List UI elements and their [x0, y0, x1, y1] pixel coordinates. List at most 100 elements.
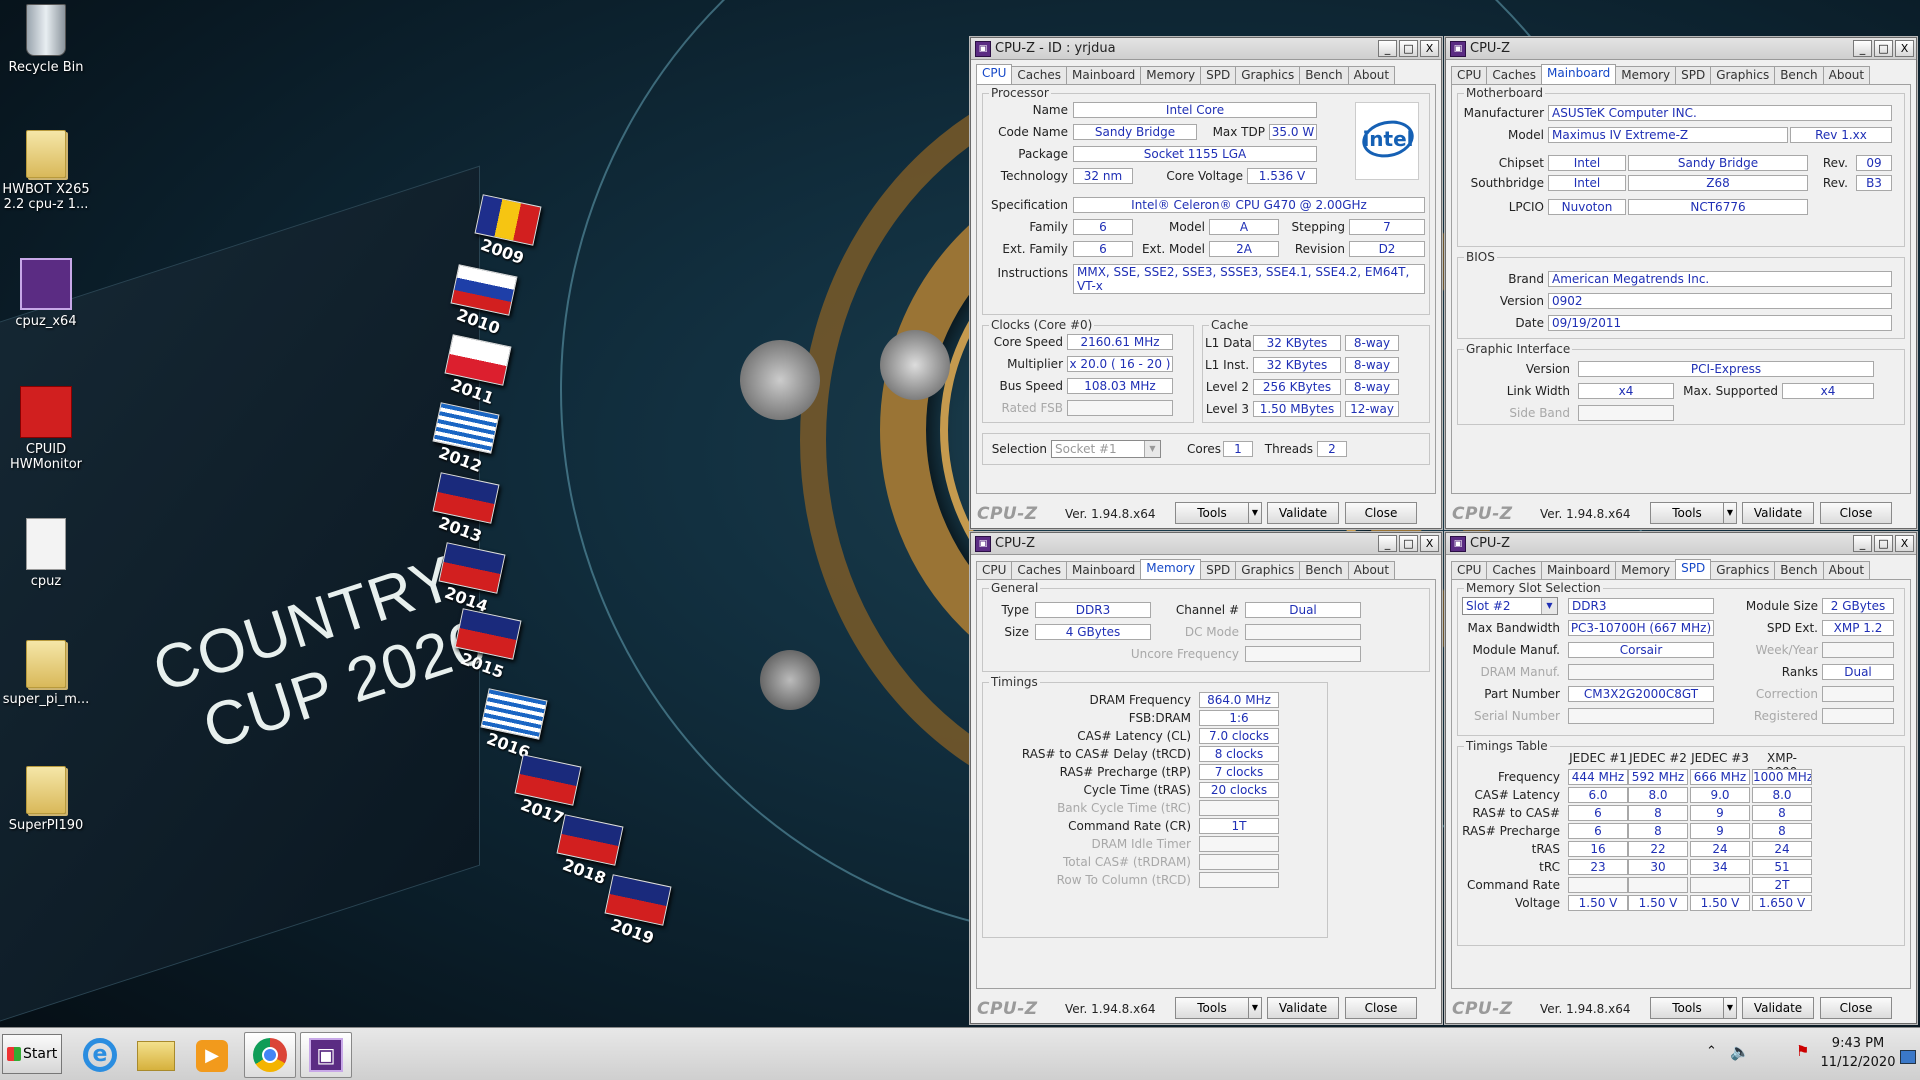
tools-button[interactable]: Tools — [1650, 502, 1724, 524]
tab-cpu[interactable]: CPU — [976, 561, 1013, 579]
maximize-button[interactable]: □ — [1399, 535, 1418, 552]
tab-cpu[interactable]: CPU — [1451, 66, 1488, 84]
desktop-icon[interactable]: Recycle Bin — [1, 4, 91, 75]
desktop-icon[interactable]: super_pi_m... — [1, 640, 91, 707]
tab-mainboard[interactable]: Mainboard — [1540, 64, 1617, 84]
name-value: Intel Core — [1073, 102, 1317, 118]
tools-button[interactable]: Tools — [1175, 502, 1249, 524]
spd-cell: 8 — [1628, 823, 1688, 839]
tools-dropdown-arrow[interactable]: ▼ — [1723, 502, 1737, 524]
tab-spd[interactable]: SPD — [1200, 561, 1237, 579]
tab-about[interactable]: About — [1822, 66, 1871, 84]
spd-cell: 16 — [1568, 841, 1628, 857]
desktop-icon[interactable]: HWBOT X265 2.2 cpu-z 1... — [1, 130, 91, 212]
selection-dropdown[interactable]: Socket #1 ▼ — [1051, 440, 1161, 458]
tab-about[interactable]: About — [1347, 561, 1396, 579]
tab-graphics[interactable]: Graphics — [1710, 561, 1776, 579]
tools-dropdown-arrow[interactable]: ▼ — [1723, 997, 1737, 1019]
tools-button[interactable]: Tools — [1175, 997, 1249, 1019]
tab-graphics[interactable]: Graphics — [1710, 66, 1776, 84]
tab-cpu[interactable]: CPU — [976, 64, 1013, 84]
tab-spd[interactable]: SPD — [1675, 559, 1712, 579]
title-bar[interactable]: ▣ CPU-Z _ □ X — [1446, 38, 1916, 60]
show-hidden-icons-icon[interactable]: ⌃ — [1706, 1044, 1717, 1059]
tab-mainboard[interactable]: Mainboard — [1540, 561, 1617, 579]
validate-button[interactable]: Validate — [1267, 997, 1339, 1019]
title-bar[interactable]: ▣ CPU-Z - ID : yrjdua _ □ X — [971, 38, 1441, 60]
tab-memory[interactable]: Memory — [1140, 559, 1202, 579]
validate-button[interactable]: Validate — [1742, 502, 1814, 524]
spd-column-header: JEDEC #1 — [1569, 751, 1627, 765]
taskbar-chrome-icon[interactable] — [244, 1032, 296, 1078]
cache-way-value: 8-way — [1345, 335, 1399, 351]
minimize-button[interactable]: _ — [1853, 40, 1872, 57]
tools-dropdown-arrow[interactable]: ▼ — [1248, 997, 1262, 1019]
tab-memory[interactable]: Memory — [1140, 66, 1202, 84]
close-button[interactable]: Close — [1345, 997, 1417, 1019]
tab-caches[interactable]: Caches — [1486, 66, 1542, 84]
close-button[interactable]: Close — [1820, 502, 1892, 524]
spd-row-label: tRC — [1539, 860, 1560, 874]
desktop-icon[interactable]: cpuz — [1, 518, 91, 589]
uncore-label: Uncore Frequency — [1130, 647, 1239, 661]
desktop-icon[interactable]: SuperPI190 — [1, 766, 91, 833]
timing-label: Row To Column (tRCD) — [1056, 873, 1191, 887]
tab-memory[interactable]: Memory — [1615, 66, 1677, 84]
taskbar-ie-icon[interactable]: e — [74, 1032, 126, 1078]
spd-cell: 592 MHz — [1628, 769, 1688, 785]
validate-button[interactable]: Validate — [1267, 502, 1339, 524]
action-center-icon[interactable]: ⚑ — [1796, 1042, 1809, 1060]
southbridge-rev-label: Rev. — [1822, 176, 1848, 190]
maximize-button[interactable]: □ — [1399, 40, 1418, 57]
volume-icon[interactable]: 🔈 — [1730, 1042, 1750, 1061]
tab-caches[interactable]: Caches — [1486, 561, 1542, 579]
tab-about[interactable]: About — [1347, 66, 1396, 84]
minimize-button[interactable]: _ — [1853, 535, 1872, 552]
taskbar-mediaplayer-icon[interactable]: ▶ — [186, 1032, 238, 1078]
tab-mainboard[interactable]: Mainboard — [1065, 66, 1142, 84]
windows-logo-icon — [7, 1047, 21, 1061]
tab-cpu[interactable]: CPU — [1451, 561, 1488, 579]
tab-about[interactable]: About — [1822, 561, 1871, 579]
close-button[interactable]: Close — [1820, 997, 1892, 1019]
start-button[interactable]: Start — [2, 1034, 62, 1074]
tab-spd[interactable]: SPD — [1200, 66, 1237, 84]
timing-value: 20 clocks — [1199, 782, 1279, 798]
validate-button[interactable]: Validate — [1742, 997, 1814, 1019]
tools-dropdown-arrow[interactable]: ▼ — [1248, 502, 1262, 524]
close-button[interactable]: X — [1420, 40, 1439, 57]
taskbar-cpuz-icon[interactable]: ▣ — [300, 1032, 352, 1078]
tab-bench[interactable]: Bench — [1299, 561, 1349, 579]
show-desktop-button[interactable] — [1900, 1050, 1916, 1064]
tab-mainboard[interactable]: Mainboard — [1065, 561, 1142, 579]
tab-graphics[interactable]: Graphics — [1235, 561, 1301, 579]
close-button[interactable]: X — [1895, 535, 1914, 552]
tools-button[interactable]: Tools — [1650, 997, 1724, 1019]
tab-memory[interactable]: Memory — [1615, 561, 1677, 579]
close-button[interactable]: X — [1895, 40, 1914, 57]
minimize-button[interactable]: _ — [1378, 535, 1397, 552]
correction-value — [1822, 686, 1894, 702]
tab-caches[interactable]: Caches — [1011, 66, 1067, 84]
minimize-button[interactable]: _ — [1378, 40, 1397, 57]
desktop-icon[interactable]: CPUID HWMonitor — [1, 386, 91, 472]
slot-type-value: DDR3 — [1568, 598, 1714, 614]
tab-spd[interactable]: SPD — [1675, 66, 1712, 84]
graphic-interface-group: Graphic Interface Version PCI-Express Li… — [1457, 342, 1905, 425]
tab-bench[interactable]: Bench — [1299, 66, 1349, 84]
tab-caches[interactable]: Caches — [1011, 561, 1067, 579]
slot-dropdown[interactable]: Slot #2 ▼ — [1462, 597, 1558, 615]
taskbar-explorer-icon[interactable] — [130, 1032, 182, 1078]
title-bar[interactable]: ▣ CPU-Z _ □ X — [971, 533, 1441, 555]
clock-date[interactable]: 11/12/2020 — [1818, 1055, 1898, 1070]
desktop-icon[interactable]: cpuz_x64 — [1, 258, 91, 329]
maximize-button[interactable]: □ — [1874, 40, 1893, 57]
tab-bench[interactable]: Bench — [1774, 66, 1824, 84]
tab-bench[interactable]: Bench — [1774, 561, 1824, 579]
title-bar[interactable]: ▣ CPU-Z _ □ X — [1446, 533, 1916, 555]
tab-graphics[interactable]: Graphics — [1235, 66, 1301, 84]
close-button[interactable]: Close — [1345, 502, 1417, 524]
clock-time[interactable]: 9:43 PM — [1818, 1036, 1898, 1051]
close-button[interactable]: X — [1420, 535, 1439, 552]
maximize-button[interactable]: □ — [1874, 535, 1893, 552]
